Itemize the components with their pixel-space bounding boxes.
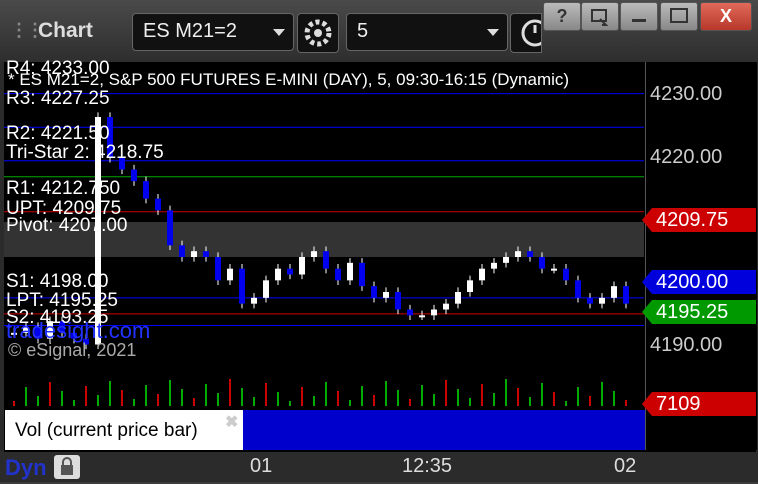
time-button[interactable] xyxy=(510,13,542,53)
window-title: Chart xyxy=(38,19,93,42)
candle-body xyxy=(155,198,161,211)
candle-body xyxy=(611,286,617,298)
minimize-icon xyxy=(632,19,646,22)
symbol-value: ES M21=2 xyxy=(143,20,237,42)
candle-body xyxy=(551,268,557,271)
window-restore-icon xyxy=(591,9,609,26)
copyright-text: © eSignal, 2021 xyxy=(8,340,137,360)
candle-body xyxy=(371,286,377,298)
x-tick-1235: 12:35 xyxy=(402,455,453,477)
candle-body xyxy=(215,257,221,281)
minimize-button[interactable] xyxy=(620,2,658,31)
time-axis-bar: Dyn xyxy=(0,452,758,482)
candle-body xyxy=(191,251,197,257)
candle-body xyxy=(563,268,569,281)
candle-body xyxy=(323,251,329,269)
level-r3: R3: 4227.25 xyxy=(6,88,110,109)
close-icon[interactable]: ✖ xyxy=(225,412,238,432)
title-bar: ⋮⋮ Chart ES M21=2 5 ? X xyxy=(0,0,758,62)
volume-tag: 7109 xyxy=(642,392,756,416)
maximize-button[interactable] xyxy=(660,2,698,31)
gear-icon xyxy=(304,19,332,47)
candle-body xyxy=(467,280,473,292)
candle-body xyxy=(539,257,545,269)
candle-body xyxy=(455,292,461,304)
symbol-dropdown[interactable]: ES M21=2 xyxy=(132,13,294,51)
candle-body xyxy=(515,251,521,257)
y-tick-4220: 4220.00 xyxy=(650,146,723,168)
candle-body xyxy=(359,262,365,287)
clock-icon xyxy=(521,19,541,47)
volume-panel-area xyxy=(243,410,645,450)
candle-body xyxy=(503,257,509,263)
candle-body xyxy=(419,315,425,318)
candle-body xyxy=(527,251,533,257)
level-r1: R1: 4212.750 xyxy=(6,178,121,199)
interval-dropdown[interactable]: 5 xyxy=(346,13,508,51)
level-r4: R4: 4233.00 xyxy=(6,58,110,79)
candle-body xyxy=(347,262,353,281)
candle-body xyxy=(275,268,281,281)
restore-button[interactable] xyxy=(581,2,619,31)
level-tristar: Tri-Star 2: 4218.75 xyxy=(6,142,164,163)
candle-body xyxy=(443,303,449,310)
maximize-icon xyxy=(670,8,688,23)
volume-panel-label[interactable]: Vol (current price bar) xyxy=(5,410,243,450)
candle-body xyxy=(263,280,269,298)
candle-body xyxy=(251,297,257,304)
candle-body xyxy=(479,268,485,281)
y-tick-4230: 4230.00 xyxy=(650,83,723,105)
candle-body xyxy=(227,268,233,281)
candle-body xyxy=(131,169,137,182)
candle-body xyxy=(431,309,437,316)
interval-value: 5 xyxy=(357,20,369,42)
price-tag-high: 4209.75 xyxy=(642,208,756,232)
settings-button[interactable] xyxy=(297,13,339,53)
level-pivot: Pivot: 4207.00 xyxy=(6,215,128,236)
candle-body xyxy=(335,268,341,281)
candle-body xyxy=(491,262,497,269)
y-tick-4190: 4190.00 xyxy=(650,334,723,356)
candle-body xyxy=(143,181,149,199)
close-button[interactable]: X xyxy=(700,2,752,31)
candle-body xyxy=(311,251,317,257)
help-button[interactable]: ? xyxy=(543,2,581,31)
candle-body xyxy=(239,268,245,304)
candle-body xyxy=(179,245,185,257)
volume-panel-text: Vol (current price bar) xyxy=(15,420,198,441)
chart-window: ⋮⋮ Chart ES M21=2 5 ? X * ES M21=2, S&P … xyxy=(0,0,758,482)
lock-button[interactable] xyxy=(54,455,80,479)
mode-indicator[interactable]: Dyn xyxy=(5,455,47,481)
candle-body xyxy=(287,268,293,275)
candle-body xyxy=(167,210,173,246)
price-tag-current: 4200.00 xyxy=(642,270,756,294)
x-tick-01: 01 xyxy=(250,455,273,477)
candle-body xyxy=(587,297,593,304)
chevron-down-icon xyxy=(273,29,285,36)
candle-body xyxy=(599,297,605,304)
candle-body xyxy=(575,280,581,298)
candle-body xyxy=(623,286,629,304)
chevron-down-icon xyxy=(487,29,499,36)
price-tag-lpt: 4195.25 xyxy=(642,300,756,324)
candle-body xyxy=(407,309,413,316)
candle-body xyxy=(395,292,401,310)
candle-body xyxy=(383,292,389,298)
candle-body xyxy=(299,257,305,275)
lock-icon xyxy=(61,457,73,475)
x-tick-02: 02 xyxy=(614,455,637,477)
candle-body xyxy=(203,251,209,257)
